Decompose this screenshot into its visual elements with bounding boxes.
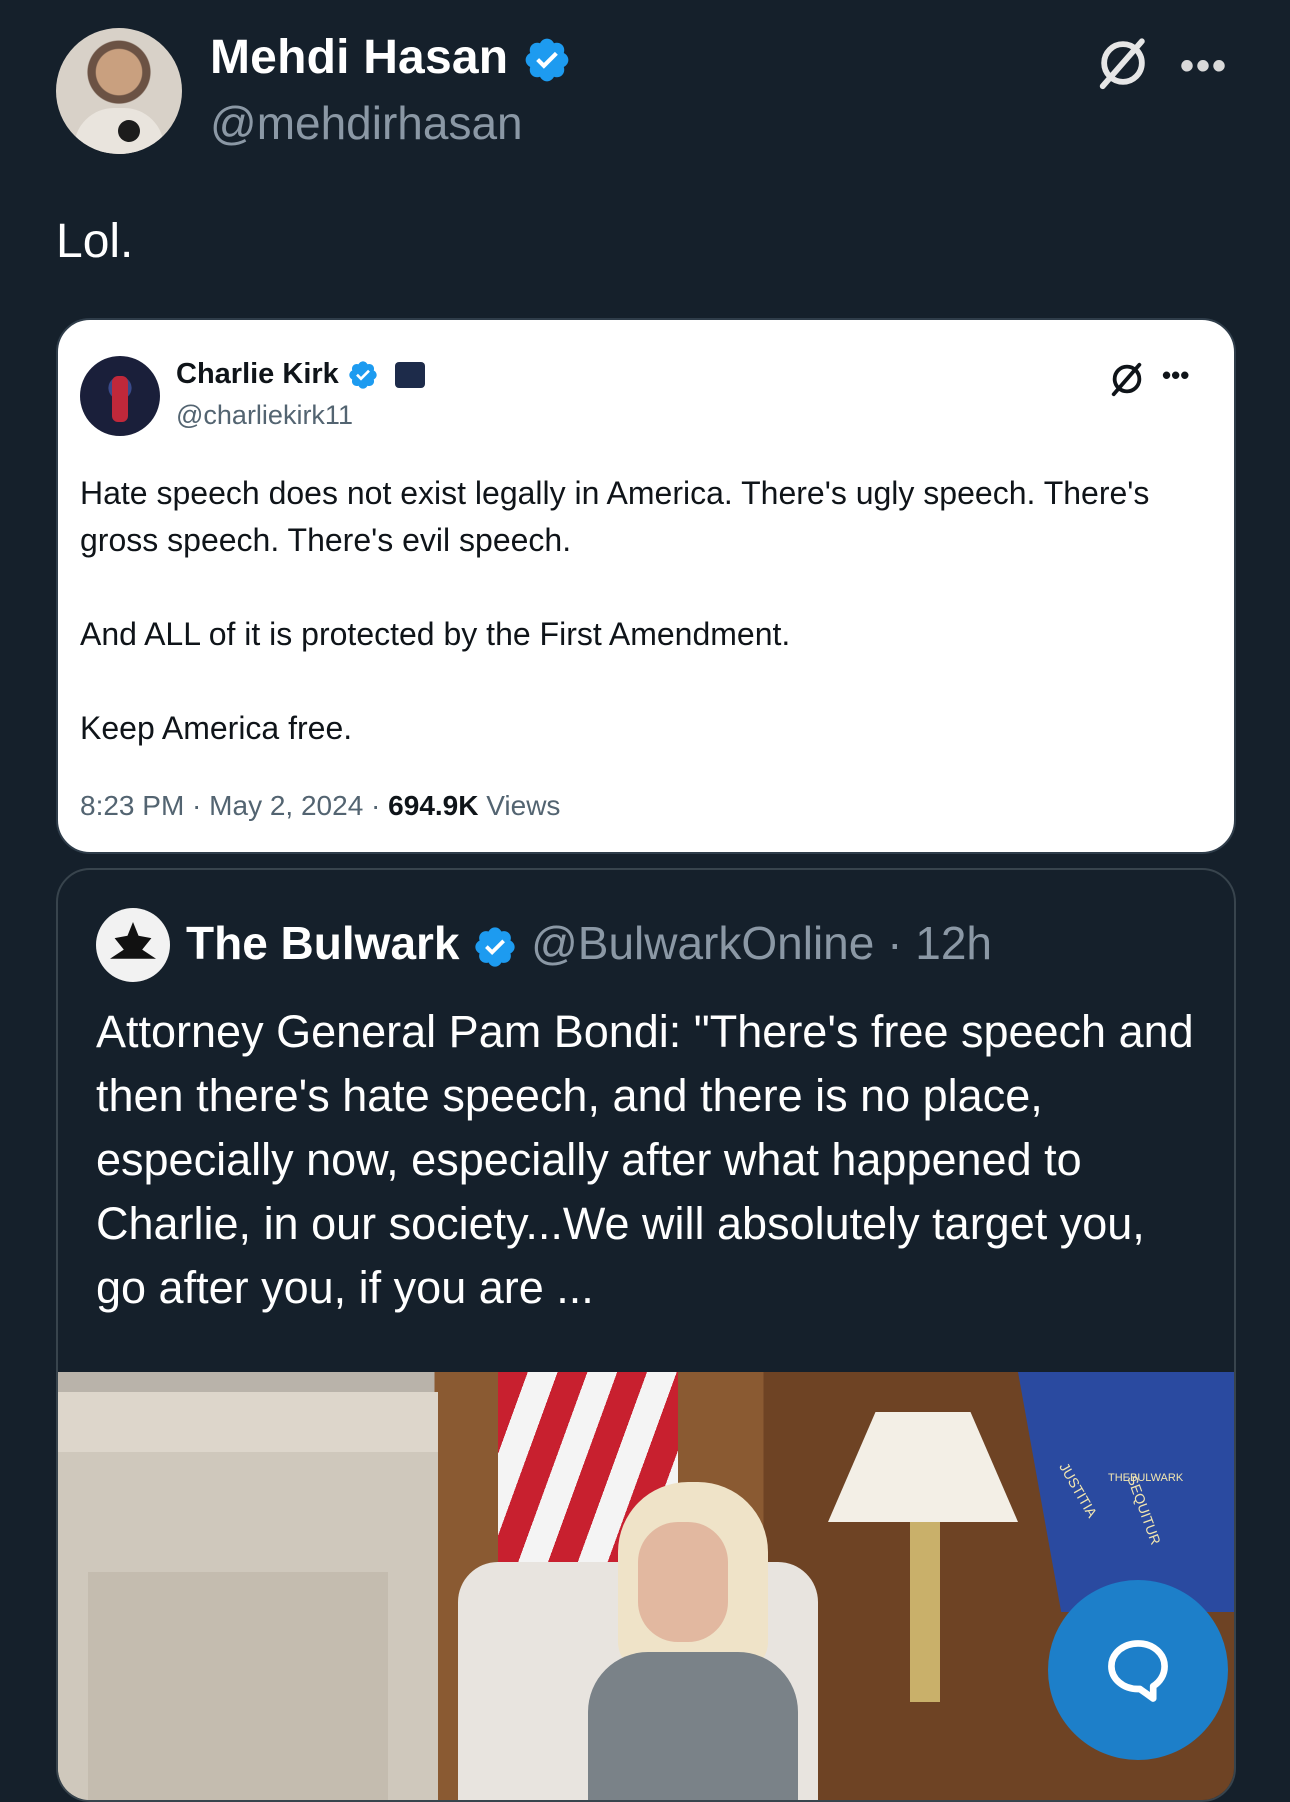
author-name-row[interactable]: Mehdi Hasan xyxy=(210,30,572,85)
more-icon: ••• xyxy=(1162,360,1190,390)
screenshot-time: 8:23 PM xyxy=(80,790,185,821)
media-watermark: THEBULWARK xyxy=(1108,1472,1184,1484)
grok-icon[interactable] xyxy=(1094,34,1152,92)
screenshot-views-label: Views xyxy=(486,790,561,821)
screenshot-author-avatar xyxy=(80,356,160,436)
doj-flag-image: JUSTITIA SEQUITUR THEBULWARK xyxy=(1018,1372,1234,1612)
screenshot-paragraph: Hate speech does not exist legally in Am… xyxy=(80,475,1150,558)
post-text: Lol. xyxy=(56,215,134,268)
author-avatar[interactable] xyxy=(56,28,182,154)
seal-text-left: JUSTITIA xyxy=(1056,1459,1101,1521)
screenshot-author-name: Charlie Kirk xyxy=(176,358,339,390)
affiliate-badge-icon xyxy=(394,362,425,389)
quoted-tweet-header: The Bulwark @BulwarkOnline · 12h xyxy=(186,916,992,970)
verified-badge-icon xyxy=(525,38,569,82)
quoted-author-handle[interactable]: @BulwarkOnline xyxy=(531,917,874,969)
screenshot-author-handle: @charliekirk11 xyxy=(176,400,353,430)
lamp-image xyxy=(828,1412,1018,1522)
verified-badge-icon xyxy=(475,927,515,967)
quoted-tweet-text: Attorney General Pam Bondi: "There's fre… xyxy=(96,1006,1194,1313)
more-icon[interactable]: ••• xyxy=(1180,44,1228,89)
screenshot-paragraph: Keep America free. xyxy=(80,710,353,746)
quoted-author-avatar[interactable] xyxy=(96,908,170,982)
quoted-author-name[interactable]: The Bulwark xyxy=(186,917,460,969)
quoted-tweet-age: 12h xyxy=(915,917,992,969)
screenshot-date: May 2, 2024 xyxy=(209,790,364,821)
quoted-meta-separator: · xyxy=(887,917,916,969)
screenshot-author-name-row: Charlie Kirk xyxy=(176,358,425,391)
screenshot-meta: 8:23 PM · May 2, 2024 · 694.9K Views xyxy=(80,790,561,821)
grok-icon xyxy=(1111,362,1142,397)
fireplace-image xyxy=(58,1392,438,1800)
author-name[interactable]: Mehdi Hasan xyxy=(210,31,508,84)
compose-reply-button[interactable] xyxy=(1048,1580,1228,1760)
author-handle[interactable]: @mehdirhasan xyxy=(210,96,523,150)
verified-badge-icon xyxy=(349,361,377,390)
speaker-image xyxy=(578,1482,808,1800)
quoted-tweet-media[interactable]: JUSTITIA SEQUITUR THEBULWARK xyxy=(58,1372,1234,1800)
screenshot-tweet-text: Hate speech does not exist legally in Am… xyxy=(80,470,1200,799)
embedded-screenshot-card: Charlie Kirk @charliekirk11 ••• Hate spe… xyxy=(56,318,1236,854)
screenshot-paragraph: And ALL of it is protected by the First … xyxy=(80,616,791,652)
screenshot-views-count: 694.9K xyxy=(388,790,479,821)
lamp-base-image xyxy=(910,1522,940,1702)
chat-bubble-icon xyxy=(1108,1640,1168,1702)
seal-text-right: SEQUITUR xyxy=(1124,1473,1165,1547)
